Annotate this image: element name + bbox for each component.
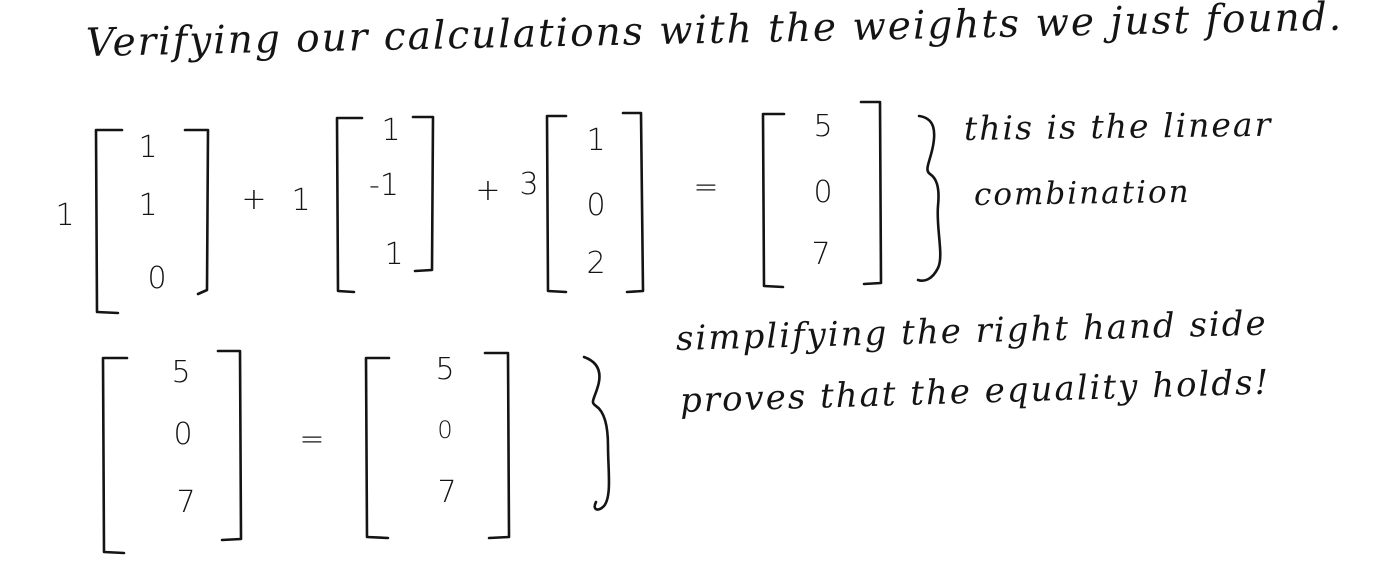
row2-left-matrix-right-bracket — [216, 349, 243, 542]
equals-sign-2: = — [299, 422, 325, 457]
vector1-left-bracket — [94, 128, 124, 315]
vector2-entry-3: 1 — [384, 237, 404, 272]
result-entry-3: 7 — [811, 237, 831, 272]
plus-sign-1: + — [241, 182, 267, 217]
vector1-entry-2: 1 — [138, 188, 158, 223]
vector1-entry-1: 1 — [138, 130, 158, 165]
row2-left-entry-2: 0 — [173, 417, 193, 452]
vector2-entry-1: 1 — [381, 113, 401, 148]
vector1-entry-3: 0 — [147, 261, 167, 296]
coefficient-1: 1 — [55, 198, 75, 233]
handwriting-strokes — [94, 100, 942, 555]
vector3-entry-1: 1 — [586, 123, 606, 158]
row2-right-entry-2: 0 — [437, 416, 453, 444]
coefficient-2: 1 — [291, 183, 311, 218]
coefficient-3: 3 — [519, 167, 539, 202]
row2-left-entry-3: 7 — [176, 485, 196, 520]
row2-left-entry-1: 5 — [171, 355, 191, 390]
linear-combination-note-line-2: combination — [973, 173, 1191, 213]
vector3-left-bracket — [545, 114, 568, 294]
vector2-left-bracket — [335, 116, 364, 294]
result-right-bracket — [859, 100, 883, 286]
vector3-right-bracket — [621, 111, 645, 294]
vector2-right-bracket — [411, 115, 435, 273]
vector3-entry-2: 0 — [586, 188, 606, 223]
result-entry-2: 0 — [813, 175, 833, 210]
row2-right-matrix-right-bracket — [483, 351, 511, 540]
row2-right-entry-1: 5 — [435, 352, 455, 387]
plus-sign-2: + — [475, 173, 501, 208]
result-entry-1: 5 — [813, 109, 833, 144]
equals-sign-1: = — [693, 170, 719, 205]
vector1-right-bracket — [183, 128, 210, 296]
row2-right-matrix-left-bracket — [364, 356, 391, 540]
handwritten-note-page: Verifying our calculations with the weig… — [0, 0, 1400, 569]
linear-combination-note-line-1: this is the linear — [963, 104, 1273, 148]
vector2-entry-2: -1 — [369, 168, 399, 203]
row2-left-matrix-left-bracket — [101, 356, 129, 555]
row2-curly-brace — [582, 355, 611, 511]
row2-right-entry-3: 7 — [437, 475, 457, 510]
result-left-bracket — [761, 112, 786, 289]
vector3-entry-3: 2 — [586, 246, 606, 281]
row1-curly-brace — [916, 114, 942, 282]
